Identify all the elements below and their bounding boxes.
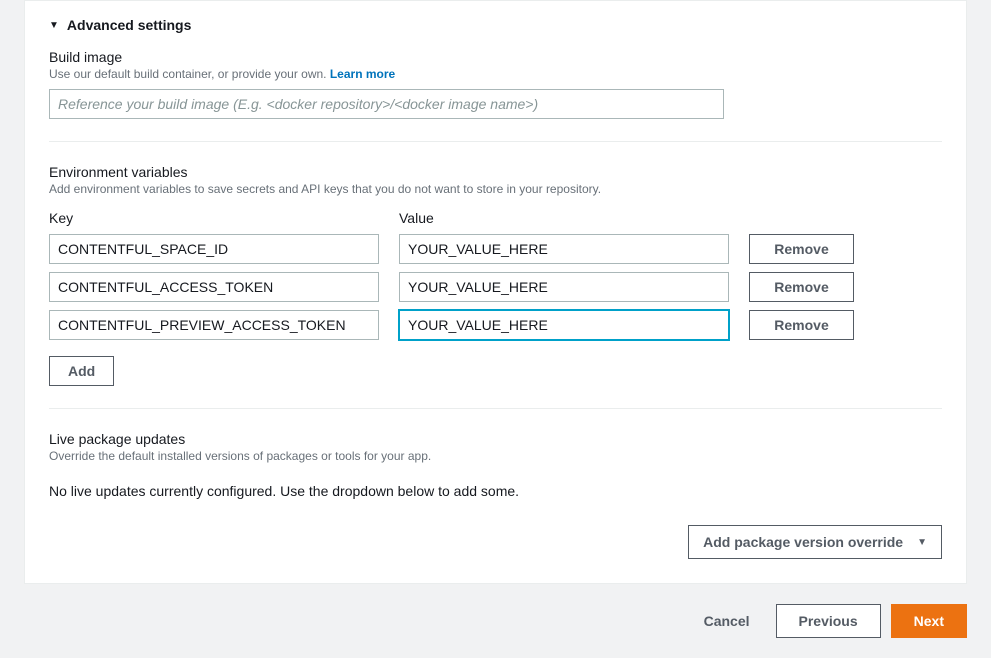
remove-button[interactable]: Remove (749, 272, 854, 302)
env-key-input[interactable] (49, 234, 379, 264)
live-package-section: Live package updates Override the defaul… (49, 431, 942, 559)
divider (49, 141, 942, 142)
env-key-column-label: Key (49, 210, 379, 226)
live-package-empty: No live updates currently configured. Us… (49, 483, 942, 499)
learn-more-link[interactable]: Learn more (330, 67, 395, 81)
add-button[interactable]: Add (49, 356, 114, 386)
env-value-input[interactable] (399, 310, 729, 340)
env-vars-heading: Environment variables (49, 164, 942, 180)
live-package-help: Override the default installed versions … (49, 449, 942, 463)
remove-button[interactable]: Remove (749, 310, 854, 340)
env-vars-help: Add environment variables to save secret… (49, 182, 942, 196)
next-button[interactable]: Next (891, 604, 967, 638)
env-vars-section: Environment variables Add environment va… (49, 164, 942, 386)
chevron-down-icon: ▼ (49, 20, 59, 31)
footer-actions: Cancel Previous Next (0, 584, 991, 658)
chevron-down-icon: ▼ (917, 537, 927, 548)
build-image-label: Build image (49, 49, 942, 65)
advanced-settings-title: Advanced settings (67, 17, 191, 33)
env-var-row: Remove (49, 234, 942, 264)
build-image-input[interactable] (49, 89, 724, 119)
cancel-button[interactable]: Cancel (688, 605, 766, 637)
env-value-column-label: Value (399, 210, 729, 226)
live-package-heading: Live package updates (49, 431, 942, 447)
add-package-override-label: Add package version override (703, 534, 903, 550)
env-var-row: Remove (49, 310, 942, 340)
env-value-input[interactable] (399, 272, 729, 302)
advanced-settings-toggle[interactable]: ▼ Advanced settings (49, 17, 942, 45)
env-key-input[interactable] (49, 310, 379, 340)
divider (49, 408, 942, 409)
env-key-input[interactable] (49, 272, 379, 302)
env-var-row: Remove (49, 272, 942, 302)
remove-button[interactable]: Remove (749, 234, 854, 264)
env-value-input[interactable] (399, 234, 729, 264)
previous-button[interactable]: Previous (776, 604, 881, 638)
advanced-settings-panel: ▼ Advanced settings Build image Use our … (24, 0, 967, 584)
add-package-override-button[interactable]: Add package version override ▼ (688, 525, 942, 559)
build-image-section: Build image Use our default build contai… (49, 49, 942, 119)
package-override-row: Add package version override ▼ (49, 525, 942, 559)
build-image-help: Use our default build container, or prov… (49, 67, 942, 81)
env-vars-header-row: Key Value (49, 210, 942, 226)
